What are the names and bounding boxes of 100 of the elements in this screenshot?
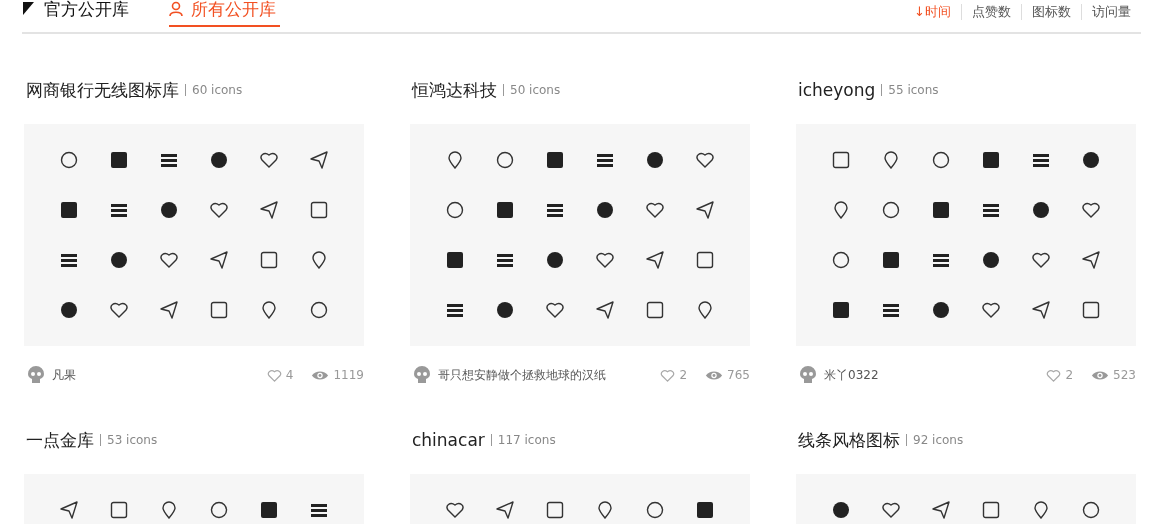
library-title[interactable]: icheyong: [798, 80, 876, 100]
location-pin-icon: [596, 501, 614, 519]
like-count: 2: [679, 368, 688, 382]
icon-preview-panel[interactable]: [410, 124, 750, 346]
view-count: 523: [1113, 368, 1136, 382]
location-pin-icon: [882, 151, 900, 169]
filled-circle-icon: [496, 301, 514, 319]
heart-icon: [446, 501, 464, 519]
library-title[interactable]: 一点金库: [26, 428, 94, 452]
menu-icon: [310, 501, 328, 519]
heart-icon: [210, 201, 228, 219]
square-icon: [260, 251, 278, 269]
square-icon: [832, 151, 850, 169]
heart-icon: [982, 301, 1000, 319]
like-count: 2: [1065, 368, 1074, 382]
paper-plane-icon: [646, 251, 664, 269]
library-title[interactable]: chinacar: [412, 430, 485, 450]
menu-icon: [1032, 151, 1050, 169]
location-pin-icon: [260, 301, 278, 319]
location-pin-icon: [696, 301, 714, 319]
circle-icon: [832, 251, 850, 269]
heart-icon: [160, 251, 178, 269]
library-title[interactable]: 线条风格图标: [798, 428, 900, 452]
like-count: 4: [285, 368, 294, 382]
author-name[interactable]: 凡果: [52, 366, 76, 384]
location-pin-icon: [446, 151, 464, 169]
circle-icon: [210, 501, 228, 519]
paper-plane-icon: [596, 301, 614, 319]
menu-icon: [982, 201, 1000, 219]
menu-icon: [446, 301, 464, 319]
square-icon: [546, 501, 564, 519]
paper-plane-icon: [496, 501, 514, 519]
sort-link[interactable]: 访问量: [1081, 4, 1141, 20]
library-tab[interactable]: 所有公开库: [169, 0, 280, 27]
library-title[interactable]: 网商银行无线图标库: [26, 78, 179, 102]
location-pin-icon: [310, 251, 328, 269]
icon-count: 117 icons: [490, 434, 556, 446]
paper-plane-icon: [210, 251, 228, 269]
paper-plane-icon: [260, 201, 278, 219]
square-icon: [696, 251, 714, 269]
sort-link[interactable]: ↓时间: [904, 4, 961, 20]
circle-icon: [60, 151, 78, 169]
sort-link[interactable]: 点赞数: [961, 4, 1021, 20]
filled-circle-icon: [932, 301, 950, 319]
filled-circle-icon: [596, 201, 614, 219]
circle-icon: [1082, 501, 1100, 519]
circle-icon: [646, 501, 664, 519]
icon-count: 60 icons: [185, 84, 243, 96]
filled-square-icon: [982, 151, 1000, 169]
eye-icon: [1091, 369, 1110, 381]
heart-icon: [260, 151, 278, 169]
filled-circle-icon: [646, 151, 664, 169]
location-pin-icon: [160, 501, 178, 519]
filled-square-icon: [496, 201, 514, 219]
icon-count: 55 icons: [881, 84, 939, 96]
location-pin-icon: [1032, 501, 1050, 519]
filled-square-icon: [546, 151, 564, 169]
icon-preview-panel[interactable]: [796, 124, 1136, 346]
view-count: 1119: [333, 368, 364, 382]
filled-circle-icon: [1082, 151, 1100, 169]
filled-square-icon: [832, 301, 850, 319]
library-title[interactable]: 恒鸿达科技: [412, 78, 497, 102]
filled-square-icon: [110, 151, 128, 169]
circle-icon: [882, 201, 900, 219]
filled-square-icon: [260, 501, 278, 519]
paper-plane-icon: [1082, 251, 1100, 269]
eye-icon: [705, 369, 724, 381]
square-icon: [210, 301, 228, 319]
square-icon: [110, 501, 128, 519]
heart-icon: [546, 301, 564, 319]
author-name[interactable]: 米丫0322: [824, 366, 879, 384]
menu-icon: [596, 151, 614, 169]
menu-icon: [60, 251, 78, 269]
circle-icon: [310, 301, 328, 319]
circle-icon: [446, 201, 464, 219]
icon-preview-panel[interactable]: [24, 124, 364, 346]
square-icon: [646, 301, 664, 319]
filled-square-icon: [60, 201, 78, 219]
square-icon: [310, 201, 328, 219]
heart-icon: [882, 501, 900, 519]
sort-link[interactable]: 图标数: [1021, 4, 1081, 20]
paper-plane-icon: [60, 501, 78, 519]
menu-icon: [546, 201, 564, 219]
heart-icon: [1032, 251, 1050, 269]
filled-circle-icon: [160, 201, 178, 219]
paper-plane-icon: [696, 201, 714, 219]
heart-icon: [1082, 201, 1100, 219]
heart-icon: [110, 301, 128, 319]
avatar-icon: [26, 365, 46, 385]
view-count: 765: [727, 368, 750, 382]
circle-icon: [496, 151, 514, 169]
square-icon: [1082, 301, 1100, 319]
heart-icon: [596, 251, 614, 269]
icon-count: 53 icons: [100, 434, 158, 446]
author-name[interactable]: 哥只想安静做个拯救地球的汉纸: [438, 366, 606, 384]
location-pin-icon: [832, 201, 850, 219]
library-tab[interactable]: 官方公开库: [22, 0, 133, 27]
filled-circle-icon: [110, 251, 128, 269]
user-icon: [169, 1, 185, 17]
square-icon: [982, 501, 1000, 519]
